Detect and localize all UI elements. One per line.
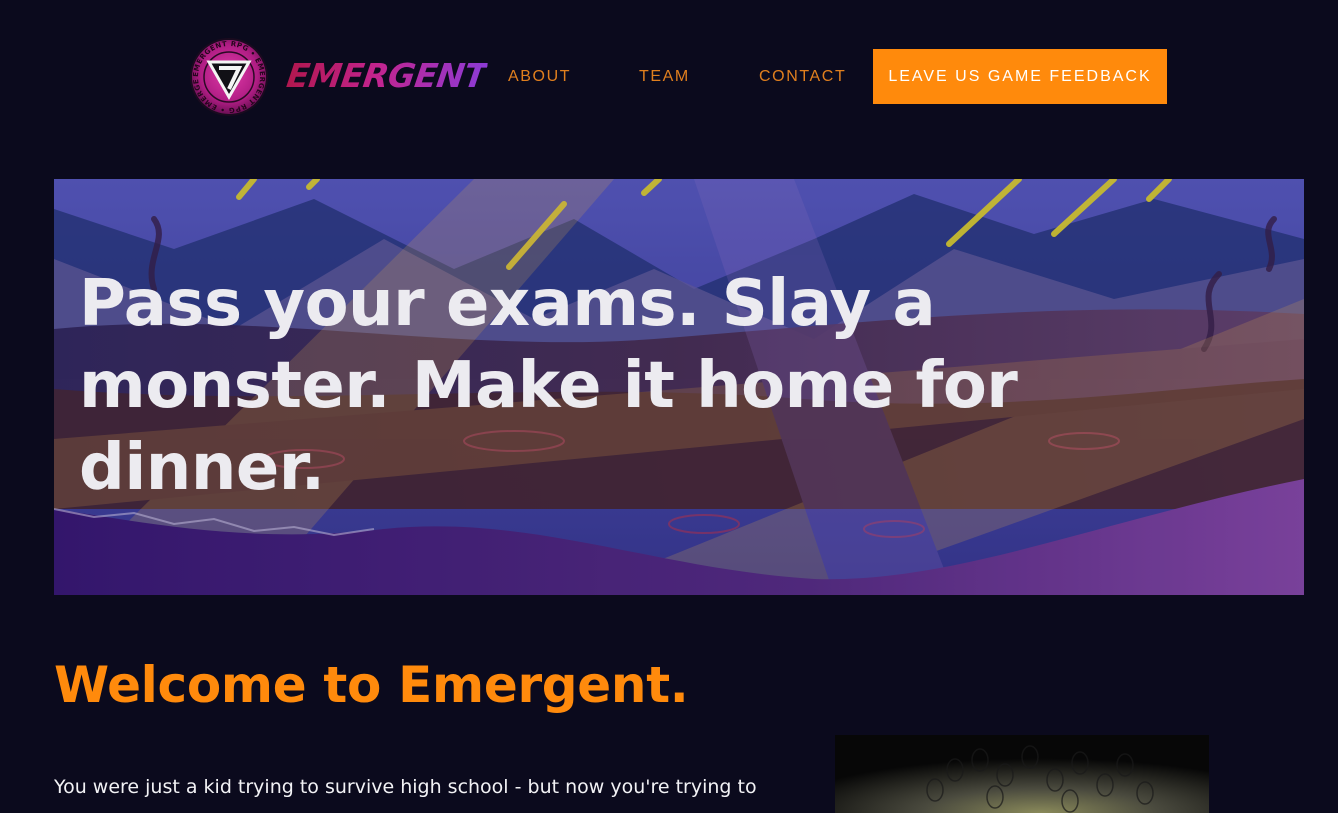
nav-about-link[interactable]: ABOUT — [508, 67, 571, 87]
crowd-illustration — [835, 735, 1209, 813]
game-feedback-button[interactable]: LEAVE US GAME FEEDBACK — [873, 49, 1167, 104]
logo-badge-icon: EMERGENT RPG • EMERGENT RPG • EMERGENT R… — [186, 31, 268, 116]
intro-paragraph: You were just a kid trying to survive hi… — [54, 776, 757, 798]
hero-banner: Pass your exams. Slay a monster. Make it… — [54, 179, 1304, 595]
feature-image — [835, 735, 1209, 813]
page: EMERGENT RPG • EMERGENT RPG • EMERGENT R… — [0, 0, 1338, 813]
logo-badge[interactable]: EMERGENT RPG • EMERGENT RPG • EMERGENT R… — [186, 31, 269, 117]
logo-wordmark[interactable]: EMERGENT — [284, 56, 489, 96]
nav-team-link[interactable]: TEAM — [639, 67, 690, 87]
hero-headline: Pass your exams. Slay a monster. Make it… — [79, 267, 1018, 505]
welcome-heading: Welcome to Emergent. — [54, 656, 689, 714]
nav-contact-link[interactable]: CONTACT — [759, 67, 846, 87]
